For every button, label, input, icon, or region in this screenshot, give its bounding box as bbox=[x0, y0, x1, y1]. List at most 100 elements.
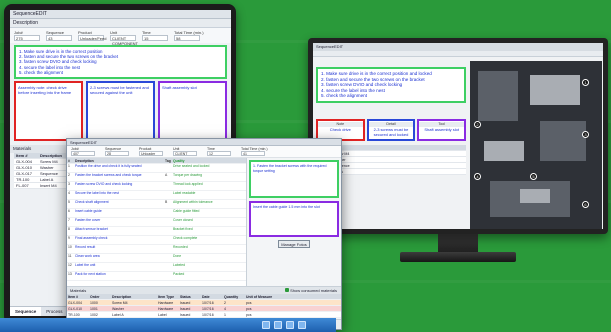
operation-row[interactable]: 10 Record result Recorded bbox=[67, 245, 246, 254]
note-card-purple[interactable]: Shaft assembly slot bbox=[158, 81, 227, 141]
field-value[interactable]: 12 bbox=[207, 151, 231, 156]
callout-marker[interactable]: 4 bbox=[474, 173, 481, 180]
monitor-instructions[interactable]: 1. Make sure drive is in the correct pos… bbox=[316, 67, 466, 103]
operation-row[interactable]: 4 Secure the label into the nest Label rea… bbox=[67, 191, 246, 200]
window-field: Product Unloader bbox=[139, 147, 163, 156]
column-header[interactable]: Description bbox=[75, 158, 165, 163]
op-quality: Bracket fixed bbox=[173, 227, 193, 231]
os-taskbar bbox=[0, 318, 336, 332]
op-tag bbox=[165, 227, 173, 235]
card-text: Check drive bbox=[329, 127, 351, 132]
operation-row[interactable]: 9 Final assembly check Check complete bbox=[67, 236, 246, 245]
column-header[interactable]: Item Type bbox=[157, 294, 179, 299]
operation-row[interactable]: 1 Position the drive and check it is full… bbox=[67, 164, 246, 173]
detail-instruction-box[interactable]: 1. Fasten the bracket screws with the re… bbox=[249, 160, 339, 198]
operation-row[interactable]: 2 Fasten the bracket screws and check tor… bbox=[67, 173, 246, 182]
op-number: 5 bbox=[68, 200, 70, 204]
taskbar-app-icon[interactable] bbox=[298, 321, 306, 329]
table-cell: 2 bbox=[224, 301, 226, 305]
table-cell: Screw M4 bbox=[112, 301, 128, 305]
monitor-card-blue[interactable]: Detail 2-3 screws must be secured and lo… bbox=[366, 119, 416, 141]
operation-row[interactable]: 6 Insert cable guide Cable guide fitted bbox=[67, 209, 246, 218]
operation-row[interactable]: 5 Check shaft alignment B Alignment within … bbox=[67, 200, 246, 209]
field-value[interactable]: Unloader bbox=[139, 151, 163, 156]
operation-row[interactable]: 7 Fasten the cover Cover closed bbox=[67, 218, 246, 227]
column-header[interactable]: Quality bbox=[173, 158, 246, 163]
op-number: 11 bbox=[68, 254, 72, 258]
photo-part bbox=[484, 141, 524, 161]
operation-detail-pane: 1. Fasten the bracket screws with the re… bbox=[247, 158, 341, 286]
tablet-field: Unit CLIENT COMPONENT bbox=[110, 30, 138, 46]
op-tag bbox=[165, 182, 173, 190]
op-description: Clean work area bbox=[75, 254, 100, 258]
op-quality: Packed bbox=[173, 272, 185, 276]
column-header[interactable]: # bbox=[67, 158, 75, 163]
callout-marker[interactable]: 6 bbox=[582, 201, 589, 208]
monitor-device: SequenceEDIT 1. Make sure drive is in th… bbox=[308, 38, 608, 234]
column-header[interactable]: Tag bbox=[165, 158, 173, 163]
field-value[interactable]: CLIENT bbox=[173, 151, 197, 156]
monitor-card-purple[interactable]: Tool Shaft assembly slot bbox=[417, 119, 467, 141]
op-description: Check shaft alignment bbox=[75, 200, 109, 204]
field-value[interactable]: 58 bbox=[174, 35, 200, 41]
field-value[interactable]: 407 bbox=[71, 151, 95, 156]
table-cell: 1002 bbox=[90, 313, 98, 317]
callout-marker[interactable]: 5 bbox=[530, 173, 537, 180]
field-value[interactable]: 15 bbox=[142, 35, 168, 41]
op-tag bbox=[165, 191, 173, 199]
taskbar-app-icon[interactable] bbox=[286, 321, 294, 329]
taskbar-app-icon[interactable] bbox=[262, 321, 270, 329]
column-header[interactable]: Item # bbox=[14, 153, 40, 158]
table-cell: Issued bbox=[180, 301, 191, 305]
instruction-line: 5. check the alignment bbox=[321, 93, 367, 99]
materials-title[interactable]: Materials bbox=[70, 287, 86, 294]
operation-row[interactable]: 13 Pack for next station Packed bbox=[67, 272, 246, 281]
assembly-photo[interactable]: 1 2 3 4 5 6 bbox=[470, 61, 602, 229]
tablet-instructions[interactable]: 1. Make sure drive is in the correct pos… bbox=[14, 45, 227, 79]
checkbox-icon[interactable] bbox=[285, 288, 290, 292]
op-description: Secure the label into the nest bbox=[75, 191, 119, 195]
window-materials-table: Item # Order Description Item Type Statu… bbox=[67, 294, 341, 318]
operation-row[interactable]: 11 Clean work area Done bbox=[67, 254, 246, 263]
op-tag bbox=[165, 254, 173, 262]
column-header[interactable]: Item # bbox=[67, 294, 89, 299]
manage-photos-button[interactable]: Manage Fotos bbox=[278, 240, 310, 248]
operation-row[interactable]: 12 Label the unit Labeled bbox=[67, 263, 246, 272]
field-value[interactable]: 28 bbox=[105, 151, 129, 156]
op-number: 8 bbox=[68, 227, 70, 231]
note-card-red[interactable]: Assembly note: check drive before insert… bbox=[14, 81, 83, 141]
op-quality: Check complete bbox=[173, 236, 198, 240]
show-consumed-checkbox[interactable]: Show consumed materials bbox=[285, 287, 337, 294]
op-tag bbox=[165, 164, 173, 172]
column-header[interactable]: Description bbox=[111, 294, 157, 299]
field-value[interactable]: 41 bbox=[241, 151, 265, 156]
op-number: 1 bbox=[68, 164, 70, 168]
column-header[interactable]: Unit of Measure bbox=[245, 294, 291, 299]
field-value[interactable]: CLIENT COMPONENT bbox=[110, 35, 138, 46]
callout-marker[interactable]: 1 bbox=[582, 79, 589, 86]
tablet-panel-header[interactable]: Description bbox=[10, 19, 231, 28]
field-value[interactable]: Unloader/Feed bbox=[78, 35, 106, 41]
operation-row[interactable]: 8 Attach sensor bracket Bracket fixed bbox=[67, 227, 246, 236]
callout-marker[interactable]: 2 bbox=[474, 121, 481, 128]
table-cell: Washer bbox=[112, 307, 124, 311]
taskbar-app-icon[interactable] bbox=[274, 321, 282, 329]
column-header[interactable]: Date bbox=[201, 294, 223, 299]
field-value[interactable]: 275 bbox=[14, 35, 40, 41]
table-cell: 10/7/16 bbox=[202, 307, 214, 311]
column-header[interactable]: Quantity bbox=[223, 294, 245, 299]
op-tag bbox=[165, 218, 173, 226]
callout-marker[interactable]: 3 bbox=[582, 131, 589, 138]
tab-sequence[interactable]: Sequence bbox=[10, 307, 42, 316]
sequence-edit-window: SequenceEDIT Job# 407 Sequence 28 Product U… bbox=[66, 138, 342, 330]
column-header[interactable]: Status bbox=[179, 294, 201, 299]
tab-process[interactable]: Process bbox=[41, 307, 67, 316]
column-header[interactable]: Order bbox=[89, 294, 111, 299]
op-quality: Done bbox=[173, 254, 182, 258]
field-value[interactable]: 43 bbox=[46, 35, 72, 41]
op-description: Insert cable guide bbox=[75, 209, 102, 213]
note-card-blue[interactable]: 2-3 screws must be fastened and secured … bbox=[86, 81, 155, 141]
operation-row[interactable]: 3 Fasten screw DVIO and check locking Thre… bbox=[67, 182, 246, 191]
op-description: Position the drive and check it is fully… bbox=[75, 164, 142, 168]
detail-tool-box[interactable]: Insert the cable guide 1.5 mm into the s… bbox=[249, 201, 339, 237]
